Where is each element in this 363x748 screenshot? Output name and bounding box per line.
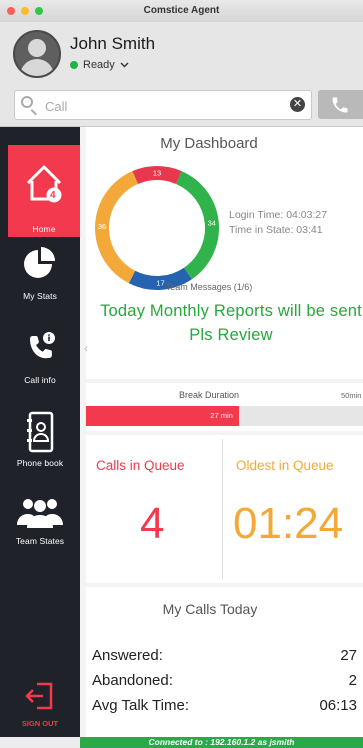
sign-out-label: SIGN OUT (21, 719, 59, 728)
pie-chart-icon (24, 247, 55, 278)
time-in-state: Time in State: 03:41 (229, 224, 323, 236)
break-duration-title: Break Duration (178, 390, 240, 400)
calls-row-label: Answered: (92, 647, 163, 664)
sign-out-icon (25, 682, 53, 710)
status-label: Ready (83, 59, 115, 71)
dial-bar: ✕ (0, 84, 363, 127)
team-message-text: Today Monthly Reports will be sent Pls R… (100, 302, 362, 344)
phone-icon (332, 97, 348, 113)
avatar (13, 30, 61, 78)
login-time: Login Time: 04:03:27 (229, 209, 328, 221)
calls-in-queue-label: Calls in Queue (96, 458, 185, 473)
avatar-body-shape (20, 59, 54, 76)
sidebar-item-phone-book[interactable]: Phone book (0, 410, 80, 492)
main-dashboard: My Dashboard 13 34 17 36 Login Time: 04:03:… (80, 127, 363, 737)
calls-today-title: My Calls Today (162, 601, 258, 617)
title-bar: Comstice Agent (0, 0, 363, 23)
calls-row-value: 27 (340, 647, 357, 664)
clear-icon[interactable]: ✕ (290, 97, 305, 112)
sidebar-item-my-stats[interactable]: My Stats (0, 242, 80, 322)
home-icon (26, 165, 62, 203)
dashboard-title: My Dashboard (160, 135, 258, 152)
sidebar-item-label: Call info (24, 375, 56, 385)
break-duration-max: 50min (341, 391, 362, 400)
calls-in-queue-value: 4 (140, 499, 165, 548)
phonebook-icon (27, 411, 54, 453)
queue-divider (222, 439, 223, 579)
donut-segment-label: 34 (208, 218, 216, 227)
chevron-down-icon (120, 62, 129, 68)
sign-out-button[interactable]: SIGN OUT (0, 680, 80, 728)
chevron-left-icon[interactable]: ‹ (84, 341, 88, 355)
home-badge: 4 (50, 190, 56, 201)
break-duration-fill: 27 min (86, 406, 239, 426)
calls-row-value: 06:13 (319, 697, 357, 714)
state-donut-chart: 13 34 17 36 (92, 163, 222, 293)
oldest-in-queue-value: 01:24 (233, 499, 344, 548)
calls-row-value: 2 (348, 672, 357, 689)
sidebar-item-label: Phone book (16, 458, 64, 468)
call-button[interactable] (318, 90, 363, 119)
window-title: Comstice Agent (143, 5, 220, 16)
avatar-head-shape (28, 39, 46, 57)
call-search-box: ✕ (14, 90, 312, 120)
sidebar-item-home[interactable]: 4 Home (8, 145, 80, 237)
break-duration-bar: 27 min (86, 406, 363, 426)
sidebar-item-team-states[interactable]: Team States (0, 495, 80, 575)
break-duration-value: 27 min (210, 411, 233, 420)
sidebar-item-call-info[interactable]: Call info (0, 327, 80, 407)
connection-status-bar: Connected to : 192.160.1.2 as jsmith (80, 737, 363, 748)
state-donut-svg: 13341736 (95, 166, 219, 290)
team-messages-title: Team Messages (1/6) (165, 282, 253, 292)
sidebar-nav: 4 Home My Stats Call info Phone book Tea… (0, 127, 80, 737)
user-name: John Smith (70, 34, 156, 53)
search-icon (21, 96, 33, 108)
login-info: Login Time: 04:03:27 Time in State: 03:4… (229, 208, 327, 238)
donut-segment (95, 171, 139, 284)
oldest-in-queue-label: Oldest in Queue (236, 458, 334, 473)
agent-window: Comstice Agent John Smith Ready ✕ (0, 0, 363, 748)
sidebar-item-label: Home (32, 224, 56, 234)
call-input[interactable] (43, 95, 287, 117)
team-icon (17, 499, 63, 528)
user-header: John Smith Ready (0, 22, 363, 84)
status-dropdown[interactable]: Ready (70, 59, 129, 71)
donut-segment-label: 13 (153, 169, 161, 178)
sidebar-item-label: My Stats (23, 291, 57, 301)
donut-segment-label: 36 (98, 222, 106, 231)
calls-row-label: Avg Talk Time: (92, 697, 189, 714)
calls-row-label: Abandoned: (92, 672, 173, 689)
phone-info-icon (30, 332, 55, 359)
status-dot-icon (70, 61, 78, 69)
sidebar-item-label: Team States (15, 536, 65, 546)
